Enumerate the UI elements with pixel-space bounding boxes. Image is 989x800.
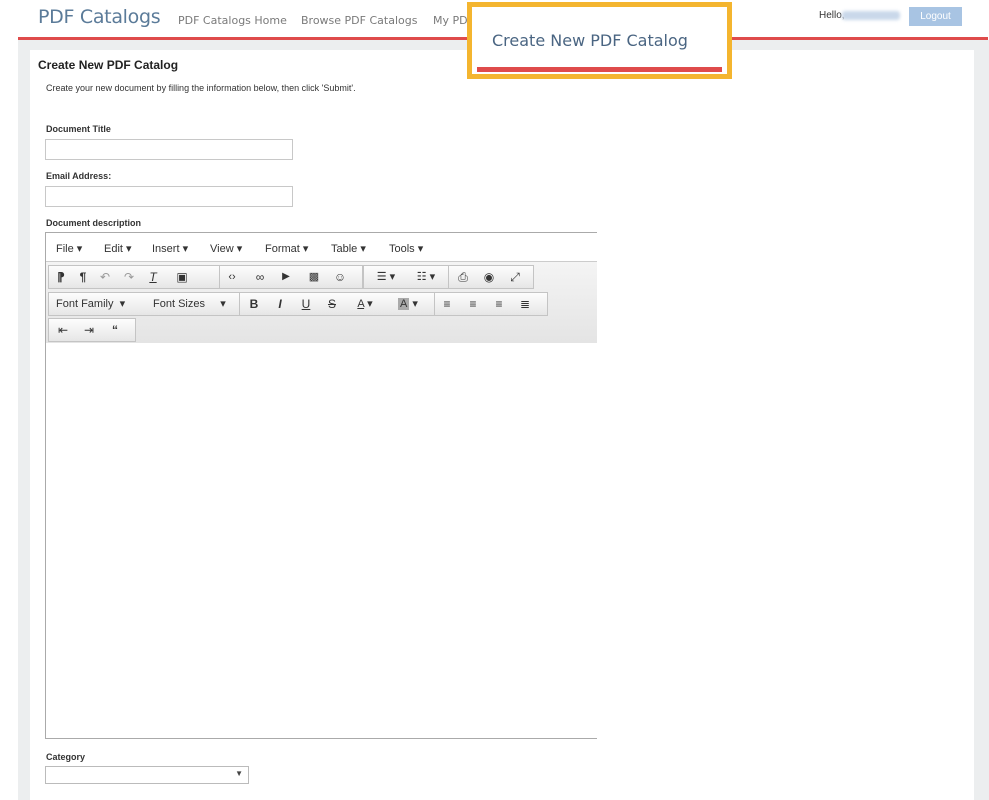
document-title-label: Document Title: [46, 124, 111, 134]
bullet-list-icon[interactable]: ☰ ▾: [368, 269, 404, 285]
toolbar-group-lists: ☰ ▾ ☷ ▾: [363, 265, 451, 289]
image-icon[interactable]: ▩: [306, 269, 322, 285]
code-icon[interactable]: ‹›: [224, 269, 240, 285]
align-justify-icon[interactable]: ≣: [517, 296, 533, 312]
toolbar-group-align: ≡ ≡ ≡ ≣: [434, 292, 548, 316]
preview-icon[interactable]: ◉: [481, 269, 497, 285]
tab-create-new-label: Create New PDF Catalog: [492, 31, 688, 50]
menu-file[interactable]: File ▾: [56, 242, 82, 255]
toolbar-group-view: ⎙ ◉ ⤢: [448, 265, 534, 289]
greeting-text: Hello,: [819, 10, 845, 21]
redo-icon[interactable]: ↷: [121, 269, 137, 285]
document-description-label: Document description: [46, 218, 142, 228]
email-label: Email Address:: [46, 171, 112, 181]
font-sizes-select[interactable]: Font Sizes ▾: [153, 297, 226, 310]
underline-icon[interactable]: U: [298, 296, 314, 312]
strikethrough-icon[interactable]: S: [324, 296, 340, 312]
background-color-icon[interactable]: A ▾: [390, 296, 426, 312]
page-frame-left: [18, 40, 30, 800]
toolbar-group-indent: ⇤ ⇥ “: [48, 318, 136, 342]
editor-content-area[interactable]: [46, 343, 597, 738]
menu-table[interactable]: Table ▾: [331, 242, 366, 255]
rich-text-editor: File ▾ Edit ▾ Insert ▾ View ▾ Format ▾ T…: [45, 232, 597, 739]
blockquote-icon[interactable]: “: [107, 322, 123, 338]
menu-edit[interactable]: Edit ▾: [104, 242, 132, 255]
menu-format[interactable]: Format ▾: [265, 242, 308, 255]
logout-button[interactable]: Logout: [909, 7, 962, 26]
bold-icon[interactable]: B: [246, 296, 262, 312]
menu-view[interactable]: View ▾: [210, 242, 242, 255]
toolbar-group-insert: ‹› ∞ ▶ ▩ ☺: [219, 265, 363, 289]
nav-browse-link[interactable]: Browse PDF Catalogs: [301, 14, 417, 27]
media-icon[interactable]: ▶: [278, 269, 294, 285]
align-left-icon[interactable]: ≡: [439, 296, 455, 312]
page-title: Create New PDF Catalog: [38, 58, 179, 72]
page-intro-text: Create your new document by filling the …: [46, 83, 356, 93]
text-color-icon[interactable]: A ▾: [348, 296, 382, 312]
email-input[interactable]: [45, 186, 293, 207]
category-label: Category: [46, 752, 86, 762]
toolbar-group-fonts: Font Family ▾ Font Sizes ▾: [48, 292, 240, 316]
menu-tools[interactable]: Tools ▾: [389, 242, 423, 255]
italic-icon[interactable]: I: [272, 296, 288, 312]
editor-toolbar: ⁋ ¶ ↶ ↷ T ▣ ‹› ∞ ▶ ▩ ☺ ☰ ▾ ☷ ▾ ⎙ ◉ ⤢ Fon…: [46, 261, 597, 344]
indent-icon[interactable]: ⇥: [81, 322, 97, 338]
document-title-input[interactable]: [45, 139, 293, 160]
paste-icon[interactable]: ▣: [173, 269, 191, 285]
numbered-list-icon[interactable]: ☷ ▾: [408, 269, 444, 285]
nav-home-link[interactable]: PDF Catalogs Home: [178, 14, 287, 27]
tab-active-indicator: [477, 67, 722, 72]
clear-format-icon[interactable]: T: [145, 269, 161, 285]
menu-insert[interactable]: Insert ▾: [152, 242, 188, 255]
editor-menubar: File ▾ Edit ▾ Insert ▾ View ▾ Format ▾ T…: [46, 233, 597, 261]
brand-logo[interactable]: PDF Catalogs: [38, 6, 161, 28]
toolbar-group-text-style: B I U S A ▾ A ▾: [239, 292, 437, 316]
align-center-icon[interactable]: ≡: [465, 296, 481, 312]
toolbar-group-history: ⁋ ¶ ↶ ↷ T ▣: [48, 265, 220, 289]
ltr-icon[interactable]: ⁋: [53, 269, 69, 285]
print-icon[interactable]: ⎙: [455, 269, 471, 285]
category-select[interactable]: ▼: [45, 766, 249, 784]
emoticon-icon[interactable]: ☺: [332, 269, 348, 285]
undo-icon[interactable]: ↶: [97, 269, 113, 285]
rtl-icon[interactable]: ¶: [75, 269, 91, 285]
link-icon[interactable]: ∞: [252, 269, 268, 285]
username-blurred: [842, 11, 900, 20]
align-right-icon[interactable]: ≡: [491, 296, 507, 312]
chevron-down-icon: ▼: [235, 769, 243, 778]
font-family-select[interactable]: Font Family ▾: [56, 297, 125, 310]
page-frame-right: [974, 40, 989, 800]
outdent-icon[interactable]: ⇤: [55, 322, 71, 338]
nav-tab-create-new-highlighted[interactable]: Create New PDF Catalog: [467, 2, 732, 79]
fullscreen-icon[interactable]: ⤢: [507, 269, 523, 285]
